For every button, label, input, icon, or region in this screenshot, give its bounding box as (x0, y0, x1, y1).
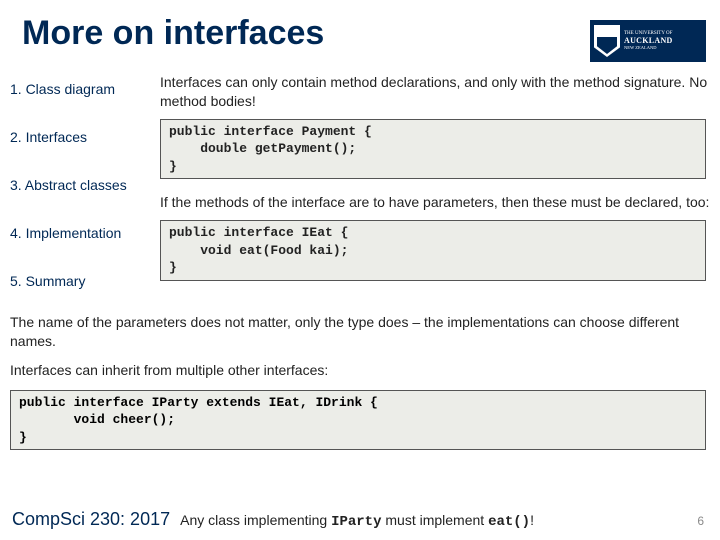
footer: CompSci 230: 2017 Any class implementing… (12, 509, 720, 530)
outline-item-3: 3. Abstract classes (0, 169, 160, 217)
shield-icon (594, 25, 620, 57)
paragraph-1: Interfaces can only contain method decla… (160, 73, 720, 111)
page-number: 6 (697, 514, 704, 528)
code-block-payment: public interface Payment { double getPay… (160, 119, 706, 180)
outline-item-2: 2. Interfaces (0, 121, 160, 169)
university-logo: THE UNIVERSITY OF AUCKLAND NEW ZEALAND (590, 20, 706, 62)
outline-item-1: 1. Class diagram (0, 73, 160, 121)
code-block-ieat: public interface IEat { void eat(Food ka… (160, 220, 706, 281)
paragraph-2: If the methods of the interface are to h… (160, 193, 720, 212)
paragraph-4: Interfaces can inherit from multiple oth… (0, 361, 720, 380)
footer-note: Any class implementing IParty must imple… (180, 512, 534, 530)
outline-item-5: 5. Summary (0, 265, 160, 313)
logo-text: THE UNIVERSITY OF AUCKLAND NEW ZEALAND (624, 31, 673, 50)
paragraph-3: The name of the parameters does not matt… (0, 313, 720, 351)
code-block-iparty: public interface IParty extends IEat, ID… (10, 390, 706, 451)
outline-sidebar: 1. Class diagram 2. Interfaces 3. Abstra… (0, 67, 160, 313)
main-content: Interfaces can only contain method decla… (160, 67, 720, 313)
outline-item-4: 4. Implementation (0, 217, 160, 265)
course-code: CompSci 230: 2017 (12, 509, 170, 530)
